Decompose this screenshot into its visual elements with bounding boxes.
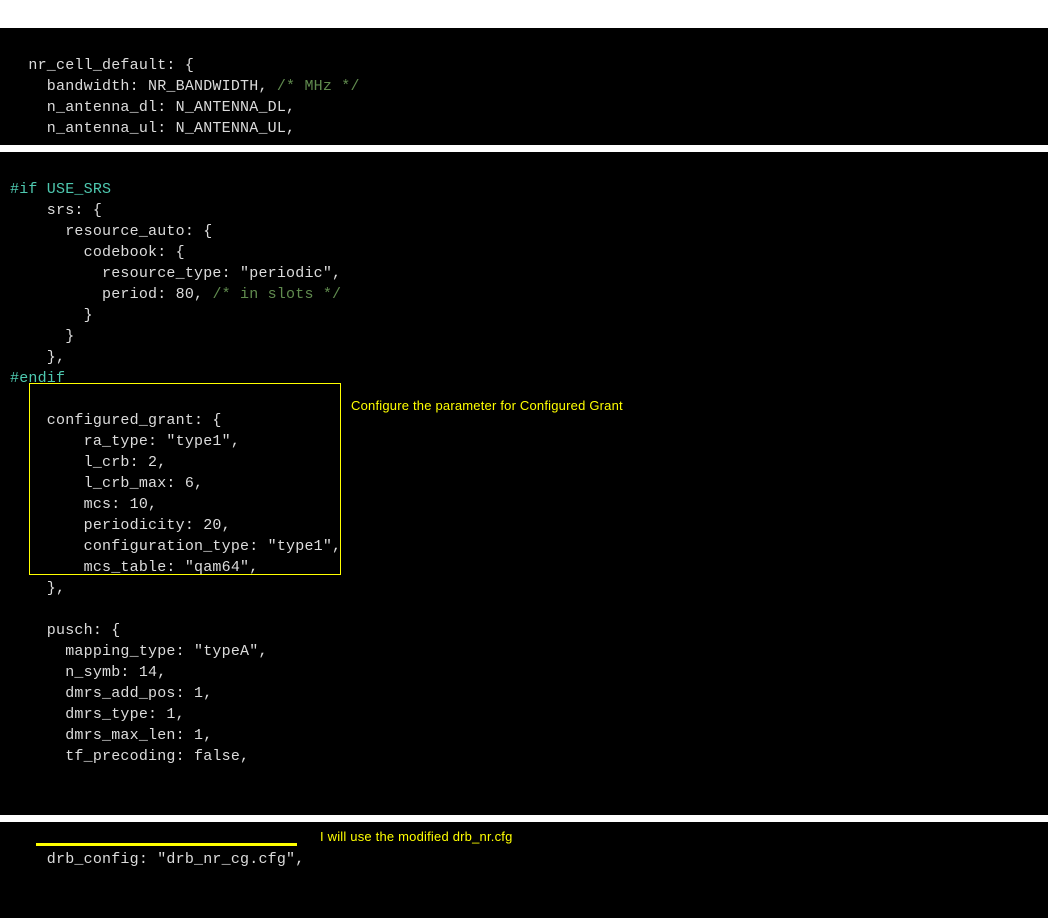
code-line: }, [10, 349, 65, 366]
annotation-configured-grant: Configure the parameter for Configured G… [351, 397, 623, 415]
preproc-if: #if USE_SRS [10, 181, 111, 198]
code-line: pusch: { [10, 622, 120, 639]
code-line: bandwidth: NR_BANDWIDTH, [10, 78, 277, 95]
code-block-3: drb_config: "drb_nr_cg.cfg", I will use … [0, 822, 1048, 918]
code-line: mcs_table: "qam64", [10, 559, 258, 576]
code-line: configuration_type: "type1", [10, 538, 341, 555]
code-line: configured_grant: { [10, 412, 222, 429]
annotation-drb-config: I will use the modified drb_nr.cfg [320, 828, 513, 846]
code-line: resource_auto: { [10, 223, 212, 240]
code-line: srs: { [10, 202, 102, 219]
code-block-2: #if USE_SRS srs: { resource_auto: { code… [0, 152, 1048, 815]
code-block-1: nr_cell_default: { bandwidth: NR_BANDWID… [0, 28, 1048, 145]
code-line: period: 80, [10, 286, 212, 303]
code-line: l_crb_max: 6, [10, 475, 203, 492]
code-line: periodicity: 20, [10, 517, 231, 534]
code-line: ra_type: "type1", [10, 433, 240, 450]
code-line: n_symb: 14, [10, 664, 166, 681]
code-line: n_antenna_ul: N_ANTENNA_UL, [10, 120, 295, 137]
code-line: n_antenna_dl: N_ANTENNA_DL, [10, 99, 295, 116]
code-line: drb_config: "drb_nr_cg.cfg", [10, 851, 304, 868]
code-line: } [10, 307, 93, 324]
code-line: dmrs_max_len: 1, [10, 727, 212, 744]
code-line: codebook: { [10, 244, 185, 261]
comment: /* in slots */ [212, 286, 341, 303]
code-line: } [10, 328, 74, 345]
code-line: dmrs_add_pos: 1, [10, 685, 212, 702]
code-line: dmrs_type: 1, [10, 706, 185, 723]
code-line: resource_type: "periodic", [10, 265, 341, 282]
code-line: mapping_type: "typeA", [10, 643, 268, 660]
preproc-endif: #endif [10, 370, 65, 387]
code-line: mcs: 10, [10, 496, 157, 513]
code-line: nr_cell_default: { [10, 57, 194, 74]
comment: /* MHz */ [277, 78, 360, 95]
underline-drb-config [36, 843, 297, 846]
code-line: l_crb: 2, [10, 454, 166, 471]
code-line: tf_precoding: false, [10, 748, 249, 765]
code-line: }, [10, 580, 65, 597]
